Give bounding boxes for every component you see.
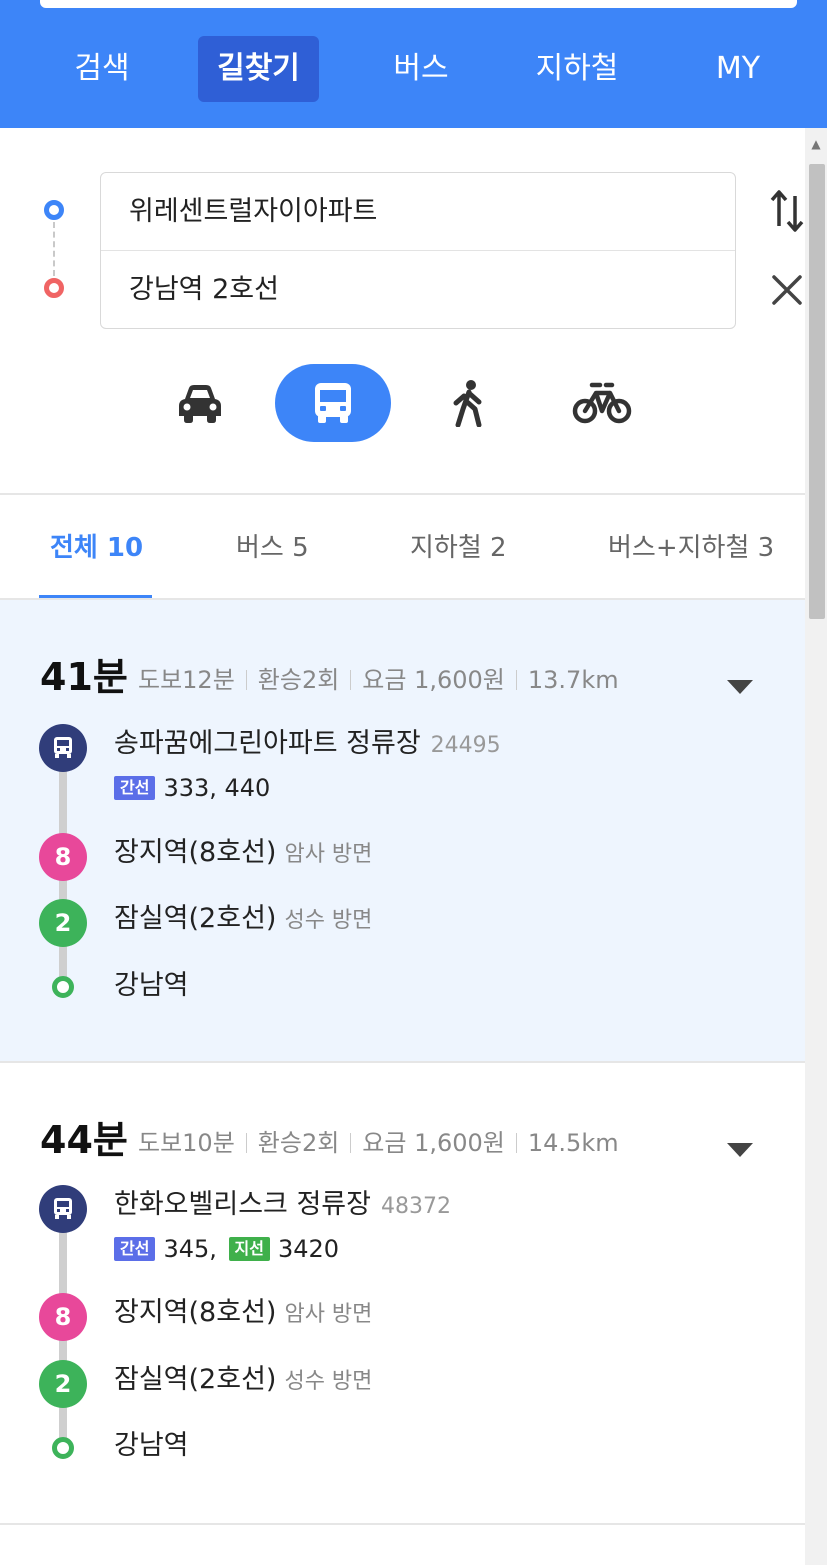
walk-time: 도보12분 <box>138 666 235 694</box>
station-name: 장지역(8호선) <box>114 1297 277 1328</box>
scrollbar-thumb[interactable] <box>809 164 825 619</box>
mode-transit[interactable] <box>275 364 391 442</box>
route-connector <box>53 222 55 276</box>
close-icon[interactable] <box>770 272 804 308</box>
nav-bus[interactable]: 버스 <box>374 36 468 102</box>
mode-bicycle[interactable] <box>544 364 660 442</box>
boarding-stop[interactable]: 송파꿈에그린아파트 정류장 24495 <box>114 724 501 766</box>
mode-car[interactable] <box>142 364 258 442</box>
expand-caret-icon[interactable] <box>727 680 753 694</box>
transfer-stop[interactable]: 잠실역(2호선) 성수 방면 <box>114 1360 372 1402</box>
tab-bus-subway[interactable]: 버스+지하철 3 <box>608 520 774 576</box>
trunk-bus-badge: 간선 <box>114 1237 156 1261</box>
car-icon <box>179 385 221 423</box>
transfer-stop[interactable]: 잠실역(2호선) 성수 방면 <box>114 899 372 941</box>
fare: 요금 1,600원 <box>362 1129 505 1157</box>
scroll-up-arrow-icon[interactable]: ▲ <box>805 134 827 154</box>
swap-icon[interactable] <box>770 186 804 234</box>
destination-dot-icon <box>52 1437 74 1459</box>
bicycle-icon <box>572 382 632 424</box>
transfer-count: 환승2회 <box>257 666 340 694</box>
station-name: 장지역(8호선) <box>114 837 277 868</box>
route-summary: 도보10분 환승2회 요금 1,600원 14.5km <box>138 1123 619 1163</box>
bus-stop-icon <box>39 724 87 772</box>
line-2-badge: 2 <box>39 899 87 947</box>
origin-marker-icon <box>44 200 64 220</box>
trunk-bus-badge: 간선 <box>114 776 156 800</box>
line-2-badge: 2 <box>39 1360 87 1408</box>
expand-caret-icon[interactable] <box>727 1143 753 1157</box>
tab-all[interactable]: 전체 10 <box>50 520 143 576</box>
line-8-badge: 8 <box>39 833 87 881</box>
bus-numbers: 333, 440 <box>163 774 271 802</box>
walk-icon <box>453 380 482 427</box>
boarding-stop[interactable]: 한화오벨리스크 정류장 48372 <box>114 1185 451 1227</box>
bus-stop-icon <box>39 1185 87 1233</box>
scrollbar[interactable]: ▲ <box>805 128 827 1565</box>
tab-subway[interactable]: 지하철 2 <box>410 520 507 576</box>
route-duration: 44분 <box>40 1118 128 1162</box>
top-header: 검색 길찾기 버스 지하철 MY <box>0 0 827 128</box>
line-8-badge: 8 <box>39 1293 87 1341</box>
route-duration: 41분 <box>40 655 128 699</box>
nav-directions[interactable]: 길찾기 <box>198 36 319 102</box>
transfer-count: 환승2회 <box>257 1129 340 1157</box>
app-root: { "nav": { "items": [ {"label": "검색"}, {… <box>0 0 827 1565</box>
nav-search[interactable]: 검색 <box>55 36 149 102</box>
origin-input[interactable]: 위레센트럴자이아파트 <box>101 173 735 251</box>
nav-subway[interactable]: 지하철 <box>524 36 630 102</box>
destination-station[interactable]: 강남역 <box>114 1426 189 1466</box>
distance: 14.5km <box>527 1129 619 1157</box>
stop-id: 48372 <box>380 1194 451 1219</box>
direction: 성수 방면 <box>284 1369 373 1394</box>
direction: 성수 방면 <box>284 908 373 933</box>
bus-lines: 간선 333, 440 <box>114 771 270 805</box>
section-divider <box>0 493 805 495</box>
stop-id: 24495 <box>430 733 501 758</box>
stop-name: 한화오벨리스크 정류장 <box>114 1189 371 1220</box>
direction: 암사 방면 <box>284 1302 373 1327</box>
destination-marker-icon <box>44 278 64 298</box>
distance: 13.7km <box>527 666 619 694</box>
station-name: 잠실역(2호선) <box>114 903 277 934</box>
route-input-box: 위레센트럴자이아파트 강남역 2호선 <box>100 172 736 329</box>
nav-my[interactable]: MY <box>700 36 776 102</box>
destination-input[interactable]: 강남역 2호선 <box>101 251 735 329</box>
search-bar[interactable] <box>40 0 797 8</box>
direction: 암사 방면 <box>284 842 373 867</box>
tab-bus[interactable]: 버스 5 <box>236 520 309 576</box>
destination-dot-icon <box>52 976 74 998</box>
walk-time: 도보10분 <box>138 1129 235 1157</box>
route-divider <box>0 1523 805 1525</box>
mode-walk[interactable] <box>411 364 527 442</box>
transfer-stop[interactable]: 장지역(8호선) 암사 방면 <box>114 1293 372 1335</box>
bus-numbers: 345, <box>163 1235 217 1263</box>
main-nav: 검색 길찾기 버스 지하철 MY <box>0 36 827 102</box>
stop-name: 송파꿈에그린아파트 정류장 <box>114 728 421 759</box>
bus-lines: 간선 345, 지선 3420 <box>114 1232 339 1266</box>
route-card[interactable]: 41분 도보12분 환승2회 요금 1,600원 13.7km 송파꿈에그린아파트 정… <box>0 600 805 1061</box>
destination-station[interactable]: 강남역 <box>114 966 189 1006</box>
bus-numbers: 3420 <box>277 1235 340 1263</box>
fare: 요금 1,600원 <box>362 666 505 694</box>
branch-bus-badge: 지선 <box>228 1237 270 1261</box>
transfer-stop[interactable]: 장지역(8호선) 암사 방면 <box>114 833 372 875</box>
route-summary: 도보12분 환승2회 요금 1,600원 13.7km <box>138 660 619 700</box>
bus-icon <box>315 383 351 423</box>
route-card[interactable]: 44분 도보10분 환승2회 요금 1,600원 14.5km 한화오벨리스크 정류장… <box>0 1063 805 1523</box>
station-name: 잠실역(2호선) <box>114 1364 277 1395</box>
